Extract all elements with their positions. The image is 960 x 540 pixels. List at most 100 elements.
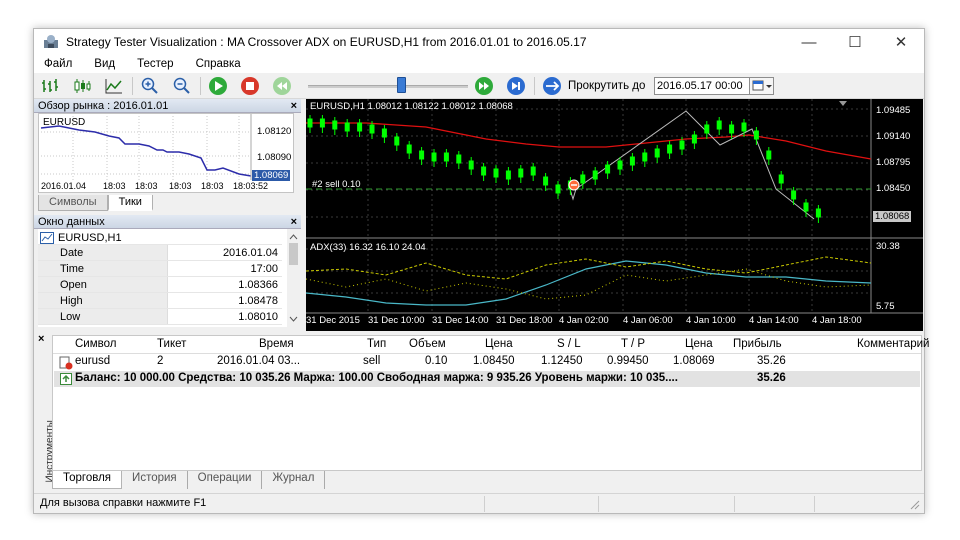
price-scale-2: 1.09140	[876, 131, 911, 142]
data-key: Time	[38, 261, 168, 276]
mw-price-1: 1.08120	[257, 126, 292, 137]
menu-view[interactable]: Вид	[94, 58, 115, 70]
stop-icon[interactable]	[240, 76, 260, 96]
moving-average-line	[306, 122, 872, 160]
mw-time-1: 18:03	[103, 181, 126, 191]
candle-body	[791, 190, 797, 200]
price-chart[interactable]: EURUSD,H1 1.08012 1.08122 1.08012 1.0806…	[305, 99, 923, 331]
date-dropdown-button[interactable]	[750, 77, 774, 95]
resize-grip-icon[interactable]	[910, 500, 920, 510]
data-window-symbol-row: EURUSD,H1	[38, 229, 282, 245]
table-row[interactable]: eurusd 2 2016.01.04 03... sell 0.10 1.08…	[53, 355, 921, 370]
play-icon[interactable]	[208, 76, 228, 96]
mw-time-0: 2016.01.04	[41, 181, 87, 191]
col-time[interactable]: Время	[259, 338, 294, 350]
candle-body	[617, 160, 623, 170]
candle-body	[518, 168, 524, 178]
summary-profit: 35.26	[757, 372, 786, 384]
candle-body	[344, 122, 350, 132]
col-symbol[interactable]: Символ	[75, 338, 116, 350]
data-value: 1.08366	[238, 279, 278, 291]
adx-scale-bottom: 5.75	[876, 301, 895, 312]
col-price[interactable]: Цена	[485, 338, 513, 350]
price-scale-3: 1.08795	[876, 157, 911, 168]
market-watch-tick-chart: EURUSD 1.08120 1.08090 1.08069 2016.01.0…	[38, 113, 294, 193]
tester-window: Strategy Tester Visualization : MA Cross…	[33, 28, 929, 514]
candle-body	[456, 154, 462, 164]
scroll-to-icon[interactable]	[542, 76, 562, 96]
data-window-header: Окно данных ×	[34, 215, 301, 229]
col-ticket[interactable]: Тикет	[157, 338, 186, 350]
col-volume[interactable]: Объем	[409, 338, 446, 350]
tab-journal[interactable]: Журнал	[261, 471, 326, 489]
maximize-button[interactable]: ☐	[832, 29, 878, 55]
data-window-scrollbar[interactable]	[287, 229, 300, 327]
menu-tester[interactable]: Тестер	[137, 58, 173, 70]
speed-slider-track[interactable]	[308, 85, 468, 88]
speed-slider-thumb[interactable]	[396, 77, 406, 93]
col-type[interactable]: Тип	[367, 338, 386, 350]
market-watch-close[interactable]: ×	[291, 100, 297, 112]
fast-forward-icon[interactable]	[474, 76, 494, 96]
data-value: 2016.01.04	[222, 247, 278, 259]
zoom-in-icon[interactable]	[140, 76, 160, 96]
balance-icon	[60, 373, 72, 385]
terminal-close[interactable]: ×	[38, 333, 44, 345]
skip-to-end-icon[interactable]	[506, 76, 526, 96]
chart-icon	[40, 231, 54, 244]
cell-volume: 0.10	[425, 355, 448, 367]
col-comment[interactable]: Комментарий	[857, 338, 929, 350]
candle-body	[778, 174, 784, 184]
rewind-icon[interactable]	[272, 76, 292, 96]
cell-profit: 35.26	[757, 355, 786, 367]
menu-file[interactable]: Файл	[44, 58, 72, 70]
chart-header: EURUSD,H1 1.08012 1.08122 1.08012 1.0806…	[310, 101, 513, 112]
col-tp[interactable]: T / P	[621, 338, 645, 350]
candle-body	[642, 152, 648, 162]
candle-body	[431, 152, 437, 162]
tab-history[interactable]: История	[122, 471, 187, 489]
market-watch-tick-line	[40, 125, 252, 177]
candle-body	[580, 174, 586, 184]
minimize-button[interactable]: —	[786, 29, 832, 55]
col-profit[interactable]: Прибыль	[733, 338, 782, 350]
data-window-close[interactable]: ×	[291, 216, 297, 228]
tab-trade[interactable]: Торговля	[52, 471, 123, 489]
candle-body	[307, 118, 313, 128]
adx-scale-top: 30.38	[876, 241, 900, 252]
close-button[interactable]: ✕	[878, 29, 924, 55]
cell-ticket: 2	[157, 355, 164, 367]
candle-body	[530, 166, 536, 176]
zoom-out-icon[interactable]	[172, 76, 192, 96]
data-window-symbol: EURUSD,H1	[58, 231, 122, 244]
candle-body	[369, 124, 375, 134]
candle-body	[332, 120, 338, 130]
candle-body	[654, 148, 660, 158]
candle-body	[753, 130, 759, 140]
candle-body	[766, 150, 772, 160]
data-window-title: Окно данных	[38, 215, 105, 228]
time-label: 4 Jan 02:00	[559, 315, 609, 326]
mw-time-2: 18:03	[135, 181, 158, 191]
tab-symbols[interactable]: Символы	[38, 195, 108, 211]
scroll-date-input[interactable]	[654, 77, 750, 95]
col-price-current[interactable]: Цена	[685, 338, 713, 350]
time-label: 31 Dec 18:00	[496, 315, 553, 326]
candle-body	[443, 152, 449, 162]
menu-bar: Файл Вид Тестер Справка	[34, 55, 924, 73]
candlestick-icon[interactable]	[72, 76, 92, 96]
scroll-to-label: Прокрутить до	[568, 80, 646, 92]
bar-chart-icon[interactable]	[40, 76, 60, 96]
tab-ticks[interactable]: Тики	[107, 195, 153, 211]
tab-operations[interactable]: Операции	[186, 471, 262, 489]
menu-help[interactable]: Справка	[196, 58, 241, 70]
candle-body	[381, 128, 387, 138]
candle-body	[605, 164, 611, 174]
candle-body	[505, 170, 511, 180]
data-value: 1.08478	[238, 295, 278, 307]
sell-order-marker[interactable]	[568, 179, 580, 191]
line-chart-icon[interactable]	[104, 76, 124, 96]
candle-body	[406, 144, 412, 154]
col-sl[interactable]: S / L	[557, 338, 581, 350]
market-watch-symbol: EURUSD	[43, 117, 86, 128]
